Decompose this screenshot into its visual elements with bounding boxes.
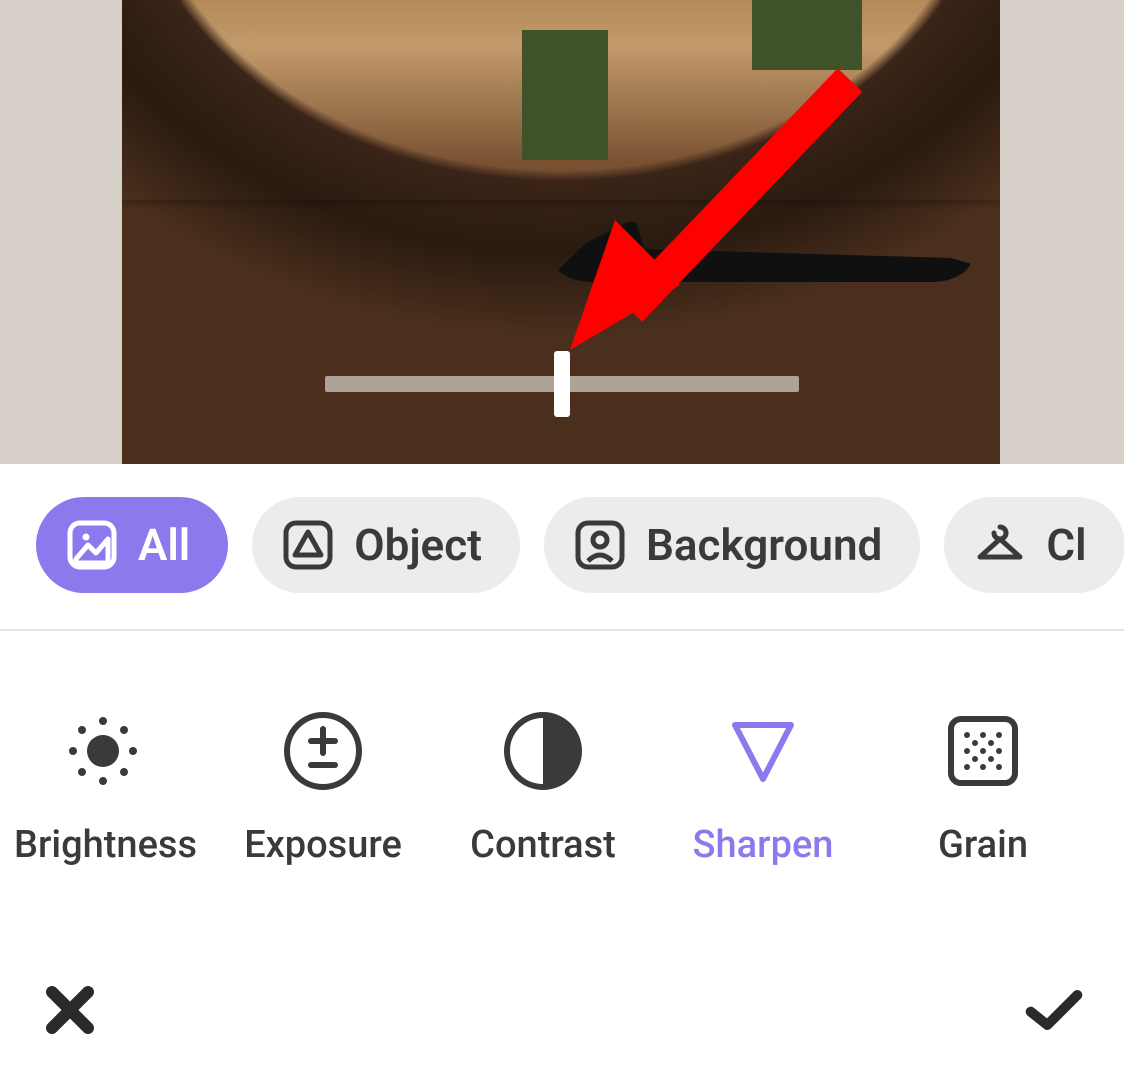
tool-label: Fi [1114, 823, 1124, 867]
scope-tab-object[interactable]: Object [252, 497, 520, 593]
tool-label: Brightness [14, 823, 192, 867]
scope-tab-all[interactable]: All [36, 497, 228, 593]
scope-label: Cl [1046, 519, 1086, 571]
scope-label: Background [646, 519, 882, 571]
adjust-tools: Brightness Exposure Contrast Sharpen Gra… [0, 631, 1124, 867]
action-bar [0, 980, 1124, 1040]
adjust-slider[interactable] [325, 376, 799, 392]
confirm-button[interactable] [1024, 980, 1084, 1040]
tool-sharpen[interactable]: Sharpen [674, 709, 852, 867]
image-detail [752, 0, 862, 70]
background-icon [574, 519, 626, 571]
tool-label: Exposure [234, 823, 412, 867]
check-icon [1024, 982, 1084, 1038]
tool-brightness[interactable]: Brightness [14, 709, 192, 867]
hanger-icon [974, 519, 1026, 571]
all-icon [66, 519, 118, 571]
brightness-icon [61, 709, 145, 793]
image-detail [552, 222, 972, 282]
cancel-button[interactable] [40, 980, 100, 1040]
contrast-icon [501, 709, 585, 793]
scope-label: All [138, 519, 190, 571]
scope-tab-background[interactable]: Background [544, 497, 920, 593]
tool-filter[interactable]: Fi [1114, 709, 1124, 867]
tool-grain[interactable]: Grain [894, 709, 1072, 867]
tool-contrast[interactable]: Contrast [454, 709, 632, 867]
sharpen-icon [721, 709, 805, 793]
tool-label: Contrast [454, 823, 632, 867]
tool-exposure[interactable]: Exposure [234, 709, 412, 867]
scope-label: Object [354, 519, 482, 571]
scope-tab-clothes[interactable]: Cl [944, 497, 1124, 593]
image-canvas [0, 0, 1124, 464]
scope-tabs: All Object Background Cl [0, 464, 1124, 631]
tool-label: Sharpen [674, 823, 852, 867]
slider-thumb[interactable] [554, 351, 570, 417]
grain-icon [941, 709, 1025, 793]
filter-icon [1117, 709, 1124, 793]
object-icon [282, 519, 334, 571]
tool-label: Grain [894, 823, 1072, 867]
exposure-icon [281, 709, 365, 793]
close-icon [42, 982, 98, 1038]
image-detail [522, 30, 608, 160]
